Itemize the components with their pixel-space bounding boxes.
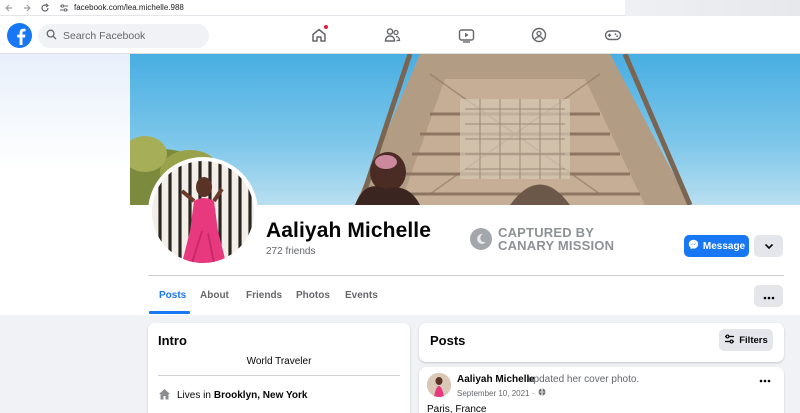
filters-button[interactable]: Filters (719, 329, 773, 351)
post-date[interactable]: September 10, 2021 · (457, 389, 534, 398)
tab-about[interactable]: About (200, 290, 229, 301)
tabs-more-button[interactable] (754, 285, 783, 307)
blurred-browser-area (625, 0, 800, 16)
friends-count[interactable]: 272 friends (266, 246, 315, 257)
back-arrow-icon[interactable] (0, 0, 18, 16)
globe-icon (538, 388, 546, 398)
message-label: Message (702, 240, 746, 252)
messenger-icon (688, 239, 699, 253)
search-icon (46, 27, 57, 45)
intro-lives-in: Lives in Brooklyn, New York (158, 388, 307, 403)
post-options-icon[interactable] (757, 375, 773, 387)
browser-bar: facebook.com/lea.michelle.988 (0, 0, 800, 16)
profile-avatar[interactable] (148, 157, 258, 267)
profile-name: Aaliyah Michelle (266, 219, 431, 242)
profile-options-button[interactable] (754, 235, 783, 257)
more-horizontal-icon (763, 287, 775, 305)
facebook-logo-icon[interactable] (7, 23, 32, 48)
header-divider (148, 275, 784, 276)
post-text: Paris, France (427, 404, 487, 413)
canary-mission-watermark: CAPTURED BY CANARY MISSION (470, 226, 614, 252)
filters-label: Filters (739, 334, 768, 346)
watermark-line-2: CANARY MISSION (498, 238, 615, 253)
watermark-text: CAPTURED BY CANARY MISSION (498, 226, 614, 252)
site-info-icon[interactable] (58, 2, 70, 14)
address-bar[interactable]: facebook.com/lea.michelle.988 (58, 1, 184, 15)
filters-icon (724, 334, 735, 347)
intro-card: Intro World Traveler Lives in Brooklyn, … (148, 323, 410, 413)
intro-divider (158, 375, 400, 376)
groups-icon[interactable] (530, 26, 548, 44)
home-icon[interactable] (310, 24, 329, 44)
post-action-text: updated her cover photo. (528, 374, 640, 385)
post-author-name[interactable]: Aaliyah Michelle (457, 374, 535, 385)
posts-header-card: Posts Filters (419, 323, 784, 362)
active-tab-indicator (149, 311, 190, 314)
intro-bio: World Traveler (246, 356, 312, 367)
watch-icon[interactable] (457, 26, 475, 44)
url-text[interactable]: facebook.com/lea.michelle.988 (74, 3, 184, 12)
tab-photos[interactable]: Photos (296, 290, 330, 301)
message-button[interactable]: Message (684, 235, 749, 257)
facebook-topbar: Search Facebook (0, 16, 800, 54)
tab-events[interactable]: Events (345, 290, 378, 301)
house-icon (158, 388, 171, 403)
search-input[interactable]: Search Facebook (38, 24, 209, 48)
intro-title: Intro (158, 333, 187, 348)
reload-icon[interactable] (36, 0, 54, 16)
post-card: Aaliyah Michelle updated her cover photo… (419, 367, 784, 413)
search-placeholder: Search Facebook (63, 30, 146, 42)
lives-in-prefix: Lives in (177, 390, 211, 401)
post-author-avatar[interactable] (427, 373, 451, 397)
notification-dot (323, 24, 329, 30)
tab-posts[interactable]: Posts (159, 290, 186, 301)
eiffel-tower-illustration (355, 54, 693, 205)
lives-in-location[interactable]: Brooklyn, New York (214, 390, 308, 401)
tab-friends[interactable]: Friends (246, 290, 282, 301)
posts-title: Posts (430, 333, 466, 348)
gaming-icon[interactable] (604, 26, 622, 44)
post-meta: September 10, 2021 · (457, 388, 546, 398)
forward-arrow-icon[interactable] (18, 0, 36, 16)
chevron-down-icon (764, 237, 774, 255)
friends-icon[interactable] (383, 26, 401, 44)
watermark-logo-icon (470, 228, 492, 250)
